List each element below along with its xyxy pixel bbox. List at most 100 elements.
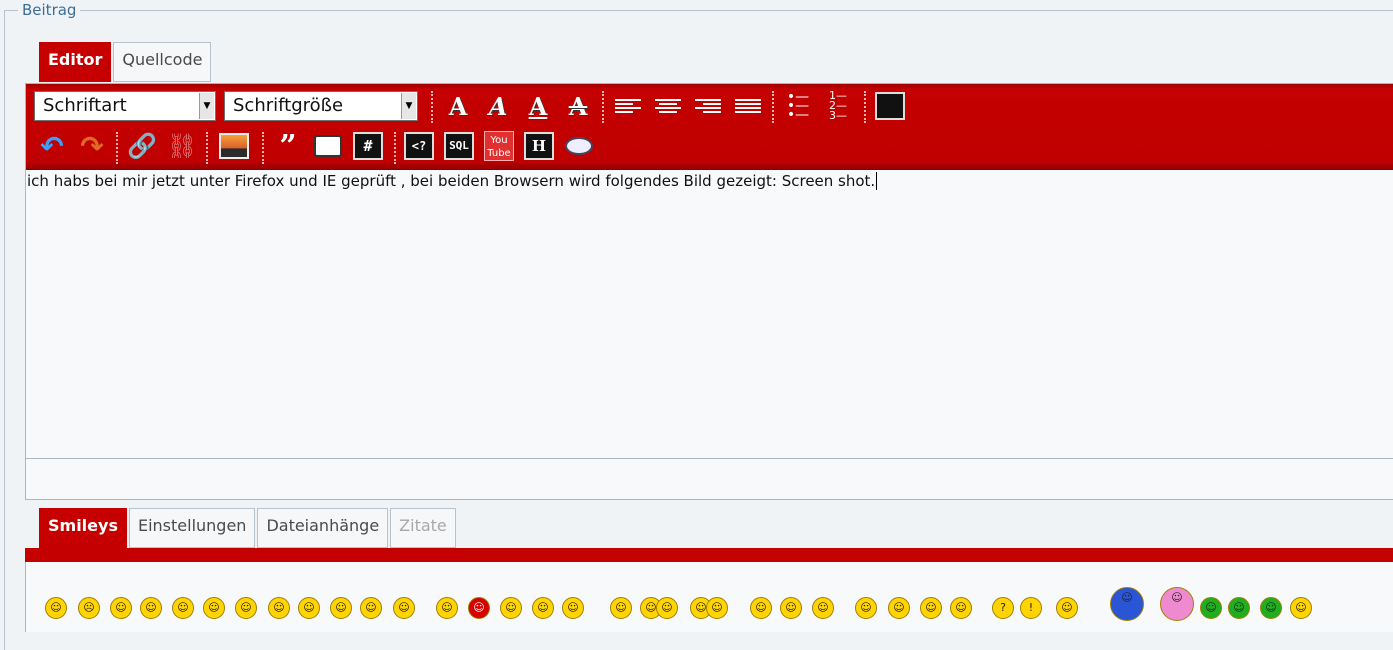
color-button[interactable] xyxy=(874,90,906,122)
youtube-icon: You Tube xyxy=(484,131,514,161)
chevron-down-icon: ▼ xyxy=(199,93,214,119)
font-select-value: Schriftart xyxy=(43,95,127,116)
smiley-icon[interactable]: ☺ xyxy=(1110,587,1144,621)
smiley-icon[interactable]: ☺ xyxy=(656,597,678,619)
editor-tabs: Editor Quellcode xyxy=(39,42,212,82)
link-icon: 🔗 xyxy=(127,132,157,160)
editor-status-bar xyxy=(26,458,1393,499)
quote-button[interactable]: ” xyxy=(272,128,304,164)
editor: Schriftart ▼ Schriftgröße ▼ A A A A •— •—… xyxy=(25,83,1393,500)
tab-smileys[interactable]: Smileys xyxy=(39,508,127,548)
tab-source[interactable]: Quellcode xyxy=(113,42,212,82)
smiley-icon[interactable]: ☺ xyxy=(393,597,415,619)
image-button[interactable] xyxy=(218,130,250,162)
font-select[interactable]: Schriftart ▼ xyxy=(34,91,216,121)
post-content: ich habs bei mir jetzt unter Firefox und… xyxy=(27,172,876,190)
italic-icon: A xyxy=(488,91,508,121)
bottom-tabs: Smileys Einstellungen Dateianhänge Zitat… xyxy=(39,508,456,548)
justify-button[interactable] xyxy=(732,90,764,122)
smiley-icon[interactable]: ☺ xyxy=(706,597,728,619)
spoiler-icon xyxy=(314,135,342,157)
smiley-icon[interactable]: ☹ xyxy=(78,597,100,619)
undo-button[interactable]: ↶ xyxy=(36,129,68,163)
tab-settings[interactable]: Einstellungen xyxy=(128,508,256,548)
smiley-icon[interactable]: ☺ xyxy=(888,597,910,619)
tab-attachments[interactable]: Dateianhänge xyxy=(257,508,389,548)
post-textarea[interactable]: ich habs bei mir jetzt unter Firefox und… xyxy=(26,172,1393,462)
smiley-icon[interactable]: ☺ xyxy=(1260,597,1282,619)
bold-button[interactable]: A xyxy=(442,90,474,122)
smiley-icon[interactable]: ☺ xyxy=(855,597,877,619)
redo-button[interactable]: ↷ xyxy=(76,129,108,163)
toolbar-separator xyxy=(262,132,264,164)
smiley-icon[interactable]: ☺ xyxy=(780,597,802,619)
align-left-button[interactable] xyxy=(612,90,644,122)
align-right-icon xyxy=(695,97,721,115)
size-select-value: Schriftgröße xyxy=(233,95,344,116)
toolbar-separator xyxy=(772,91,774,123)
bullet-list-icon: •— •— •— xyxy=(786,88,810,123)
bullet-list-button[interactable]: •— •— •— xyxy=(782,90,814,122)
smiley-icon[interactable]: ☺ xyxy=(1160,587,1194,621)
smiley-icon[interactable]: ☺ xyxy=(436,597,458,619)
chevron-down-icon: ▼ xyxy=(401,93,416,119)
heading-icon: H xyxy=(524,132,554,160)
toolbar-separator xyxy=(394,132,396,164)
heading-button[interactable]: H xyxy=(523,130,555,162)
smiley-icon[interactable]: ☺ xyxy=(950,597,972,619)
smiley-icon[interactable]: ☺ xyxy=(330,597,352,619)
spoiler-button[interactable] xyxy=(312,130,344,162)
numbered-list-button[interactable]: 1— 2— 3— xyxy=(822,90,854,122)
smiley-icon[interactable]: ☺ xyxy=(1290,597,1312,619)
text-cursor xyxy=(876,172,878,190)
underline-button[interactable]: A xyxy=(522,90,554,122)
link-button[interactable]: 🔗 xyxy=(126,130,158,162)
size-select[interactable]: Schriftgröße ▼ xyxy=(224,91,418,121)
smiley-icon[interactable]: ☺ xyxy=(562,597,584,619)
smiley-icon[interactable]: ☺ xyxy=(500,597,522,619)
italic-button[interactable]: A xyxy=(482,90,514,122)
smiley-icon[interactable]: ☺ xyxy=(268,597,290,619)
smiley-icon[interactable]: ☺ xyxy=(532,597,554,619)
smiley-icon[interactable]: ☺ xyxy=(920,597,942,619)
hash-button[interactable]: # xyxy=(352,130,384,162)
tab-editor[interactable]: Editor xyxy=(39,42,112,82)
sql-button[interactable]: SQL xyxy=(443,130,475,162)
unlink-icon: ⛓ xyxy=(166,132,198,160)
bold-icon: A xyxy=(448,91,468,121)
smiley-icon[interactable]: ☺ xyxy=(140,597,162,619)
smiley-icon[interactable]: ☺ xyxy=(203,597,225,619)
color-picker-icon xyxy=(875,92,905,120)
smiley-icon[interactable]: ? xyxy=(992,597,1014,619)
smiley-icon[interactable]: ☺ xyxy=(298,597,320,619)
strike-button[interactable]: A xyxy=(562,90,594,122)
tab-quotes[interactable]: Zitate xyxy=(390,508,456,548)
smiley-icon[interactable]: ☺ xyxy=(1228,597,1250,619)
toolbar-separator xyxy=(206,132,208,164)
numbered-list-icon: 1— 2— 3— xyxy=(829,89,847,122)
smiley-icon[interactable]: ! xyxy=(1020,597,1042,619)
code-icon: <? xyxy=(404,132,434,160)
smiley-icon[interactable]: ☺ xyxy=(812,597,834,619)
smiley-icon[interactable]: ☺ xyxy=(1200,597,1222,619)
smiley-icon[interactable]: ☺ xyxy=(360,597,382,619)
smiley-icon[interactable]: ☺ xyxy=(610,597,632,619)
smiley-icon[interactable]: ☺ xyxy=(1056,597,1078,619)
quote-icon: ” xyxy=(279,128,297,164)
unlink-button[interactable]: ⛓ xyxy=(166,130,198,162)
paste-button[interactable] xyxy=(563,130,595,162)
smiley-icon[interactable]: ☺ xyxy=(750,597,772,619)
youtube-button[interactable]: You Tube xyxy=(483,130,515,162)
smiley-icon[interactable]: ☺ xyxy=(45,597,67,619)
code-button[interactable]: <? xyxy=(403,130,435,162)
image-icon xyxy=(219,133,249,159)
toolbar: Schriftart ▼ Schriftgröße ▼ A A A A •— •—… xyxy=(26,84,1393,170)
undo-icon: ↶ xyxy=(40,129,64,163)
redo-icon: ↷ xyxy=(80,129,104,163)
smiley-icon[interactable]: ☺ xyxy=(468,597,490,619)
align-center-button[interactable] xyxy=(652,90,684,122)
align-right-button[interactable] xyxy=(692,90,724,122)
smiley-icon[interactable]: ☺ xyxy=(172,597,194,619)
smiley-icon[interactable]: ☺ xyxy=(235,597,257,619)
smiley-icon[interactable]: ☺ xyxy=(110,597,132,619)
